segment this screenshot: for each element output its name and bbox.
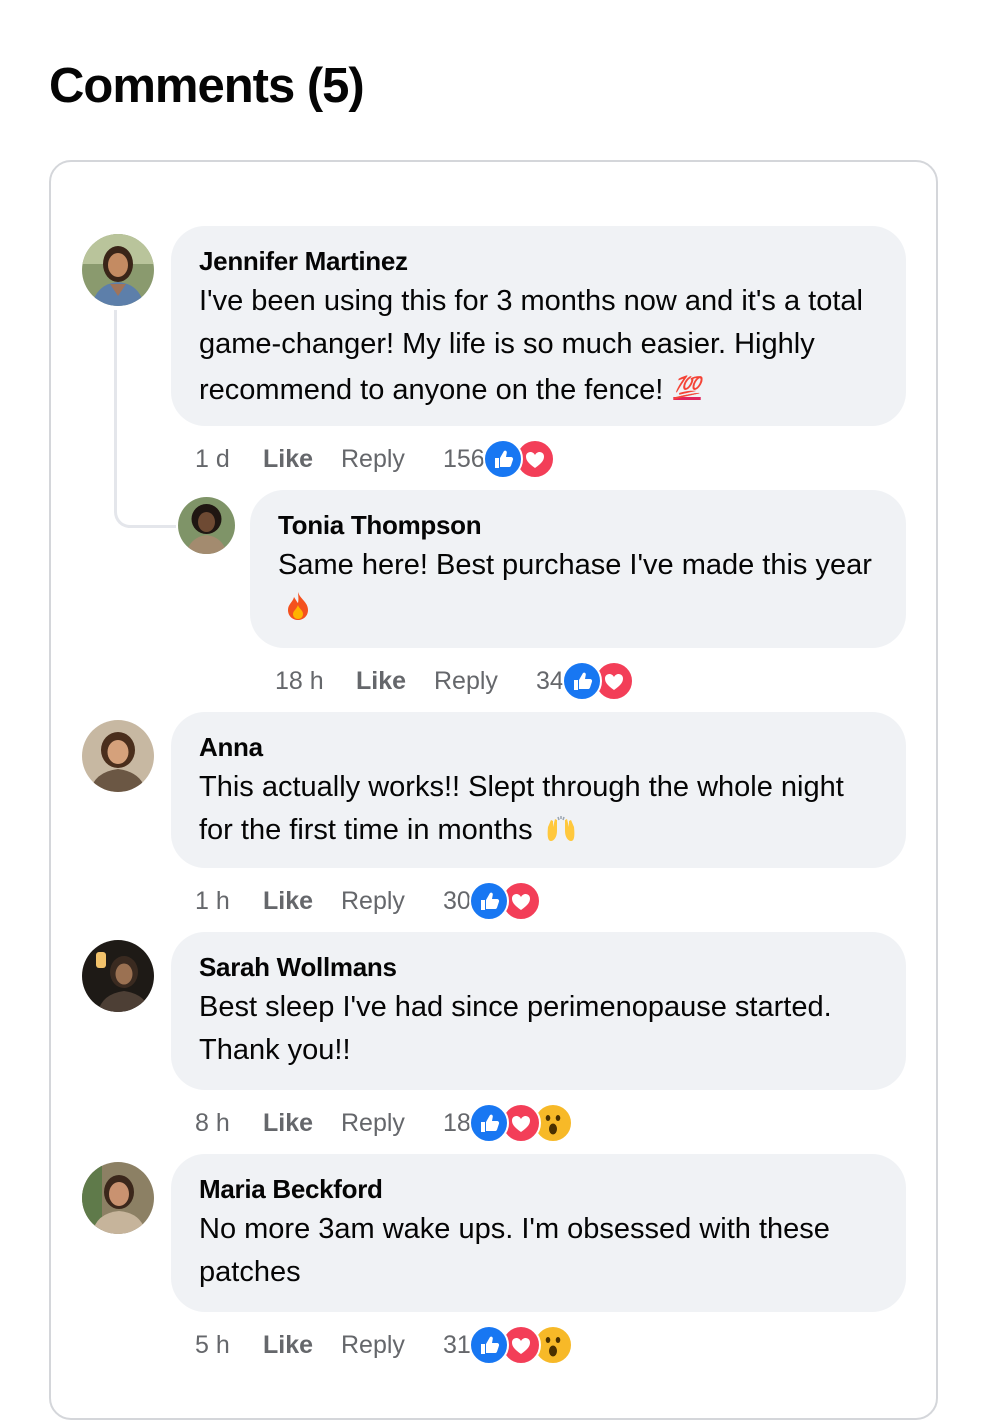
reaction-count[interactable]: 156 (443, 445, 485, 474)
avatar[interactable] (82, 234, 154, 306)
reaction-count[interactable]: 34 (536, 667, 564, 696)
reply-button[interactable]: Reply (341, 1331, 443, 1360)
comment-actions: 1 d Like Reply 156 (195, 439, 555, 479)
fire-icon (288, 592, 308, 620)
comment-text: This actually works!! Slept through the … (199, 766, 882, 852)
like-button[interactable]: Like (263, 887, 341, 916)
comment-bubble: Anna This actually works!! Slept through… (171, 712, 906, 868)
reply-button[interactable]: Reply (341, 1109, 443, 1138)
comment-timestamp[interactable]: 8 h (195, 1109, 263, 1138)
avatar[interactable] (82, 720, 154, 792)
comment-text: Same here! Best purchase I've made this … (278, 544, 882, 630)
comment-author[interactable]: Tonia Thompson (278, 510, 482, 541)
like-reaction-icon[interactable] (468, 1103, 509, 1143)
comment-bubble: Jennifer Martinez I've been using this f… (171, 226, 906, 426)
comment-bubble: Tonia Thompson Same here! Best purchase … (250, 490, 906, 648)
reply-button[interactable]: Reply (434, 667, 536, 696)
like-button[interactable]: Like (263, 1109, 341, 1138)
comment-text: Best sleep I've had since perimenopause … (199, 991, 832, 1066)
raising-hands-icon (547, 816, 574, 841)
comment-timestamp[interactable]: 5 h (195, 1331, 263, 1360)
like-button[interactable]: Like (263, 1331, 341, 1360)
like-reaction-icon[interactable] (561, 661, 602, 701)
comment-actions: 5 h Like Reply 31 (195, 1325, 573, 1365)
reply-button[interactable]: Reply (341, 887, 443, 916)
comment-actions: 8 h Like Reply 18 (195, 1103, 573, 1143)
comment-text-body: I've been using this for 3 months now an… (199, 285, 863, 406)
comment-author[interactable]: Anna (199, 732, 263, 763)
comment-text: No more 3am wake ups. I'm obsessed with … (199, 1213, 830, 1288)
like-reaction-icon[interactable] (468, 1325, 509, 1365)
comment-author[interactable]: Sarah Wollmans (199, 952, 397, 983)
comment-timestamp[interactable]: 1 h (195, 887, 263, 916)
comment-text-body: This actually works!! Slept through the … (199, 771, 844, 846)
comment-text: I've been using this for 3 months now an… (199, 280, 882, 412)
comment-text-body: Same here! Best purchase I've made this … (278, 549, 872, 581)
like-reaction-icon[interactable] (482, 439, 523, 479)
comment-timestamp[interactable]: 18 h (275, 667, 356, 696)
like-reaction-icon[interactable] (468, 881, 509, 921)
avatar[interactable] (82, 1162, 154, 1234)
comment-timestamp[interactable]: 1 d (195, 445, 263, 474)
hundred-points-emoji: 💯 (673, 375, 701, 400)
avatar[interactable] (178, 497, 235, 554)
reaction-count[interactable]: 18 (443, 1109, 471, 1138)
reaction-count[interactable]: 30 (443, 887, 471, 916)
comment-actions: 18 h Like Reply 34 (275, 661, 634, 701)
comment-actions: 1 h Like Reply 30 (195, 881, 541, 921)
reply-thread-connector (114, 310, 176, 528)
comment-author[interactable]: Maria Beckford (199, 1174, 383, 1205)
like-button[interactable]: Like (263, 445, 341, 474)
comment-bubble: Maria Beckford No more 3am wake ups. I'm… (171, 1154, 906, 1312)
reply-button[interactable]: Reply (341, 445, 443, 474)
like-button[interactable]: Like (356, 667, 434, 696)
page-title: Comments (5) (49, 59, 365, 113)
reaction-count[interactable]: 31 (443, 1331, 471, 1360)
comment-author[interactable]: Jennifer Martinez (199, 246, 408, 277)
avatar[interactable] (82, 940, 154, 1012)
comment-bubble: Sarah Wollmans Best sleep I've had since… (171, 932, 906, 1090)
